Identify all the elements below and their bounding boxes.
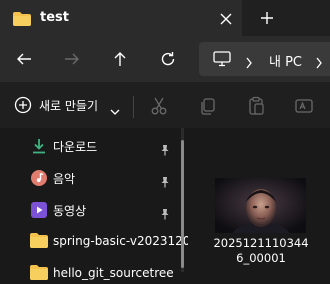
chevron-right-icon[interactable] [245,54,253,73]
forward-arrow-icon[interactable] [63,50,81,68]
sidebar-item-spring-basic[interactable]: spring-basic-v2023120 [53,234,190,248]
download-icon [30,137,48,155]
folder-icon [30,233,48,251]
up-arrow-icon[interactable] [111,50,129,68]
refresh-icon[interactable] [159,50,177,68]
computer-icon [213,51,231,71]
close-icon[interactable] [219,11,233,25]
sidebar-item-music[interactable]: 음악 [53,170,75,187]
sidebar-item-downloads[interactable]: 다운로드 [53,138,97,155]
pin-icon[interactable] [159,205,171,220]
folder-icon [13,11,31,30]
file-name-line-1: 2025121110344 [213,236,309,250]
sidebar-item-hello-git[interactable]: hello_git_sourcetree [53,266,174,280]
file-name-line-2: 6_00001 [236,251,286,265]
music-icon [30,169,48,187]
file-name[interactable]: 2025121110344 6_00001 [196,236,326,266]
tab-title: test [40,10,69,25]
chevron-right-icon[interactable] [315,54,323,73]
rename-icon[interactable] [294,96,314,116]
address-bar[interactable]: 내 PC [199,42,330,76]
breadcrumb-location[interactable]: 내 PC [269,51,302,70]
file-thumbnail[interactable] [215,178,306,233]
cut-icon[interactable] [149,96,169,116]
paste-icon[interactable] [246,96,266,116]
toolbar-divider [133,96,134,118]
tab-test[interactable]: test [0,0,242,36]
scrollbar-thumb[interactable] [181,140,184,268]
new-button[interactable]: 새로 만들기 [39,97,98,114]
new-tab-icon[interactable] [259,10,275,26]
video-icon [30,201,48,219]
pin-icon[interactable] [159,173,171,188]
pin-icon[interactable] [159,141,171,156]
copy-icon[interactable] [198,96,218,116]
folder-icon [30,265,48,283]
back-arrow-icon[interactable] [15,50,33,68]
plus-circle-icon[interactable] [14,96,32,118]
title-bar: test [0,0,330,36]
sidebar-item-videos[interactable]: 동영상 [53,202,86,219]
chevron-down-icon[interactable] [110,101,120,120]
navigation-pane: 다운로드 음악 동영상 spring-basic-v2023120 hello_… [0,128,190,280]
